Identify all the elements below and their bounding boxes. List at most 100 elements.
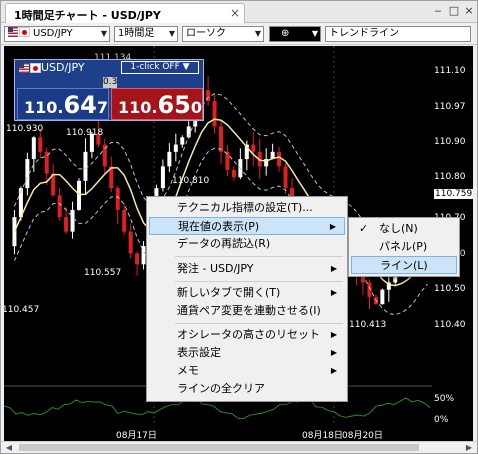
line-tool-select[interactable]: トレンドライン xyxy=(325,26,471,42)
line-tool-value: トレンドライン xyxy=(329,28,399,39)
submenu-item-panel[interactable]: パネル(P) xyxy=(351,238,457,256)
menu-separator xyxy=(175,281,343,282)
candle-body xyxy=(38,137,43,152)
candle-body xyxy=(251,144,256,152)
submenu-arrow-icon: ▶ xyxy=(330,288,337,297)
candle-body xyxy=(83,151,88,181)
horizontal-scrollbar[interactable]: ◀ ▶ xyxy=(1,441,477,453)
price-tick: 110.97 xyxy=(434,102,466,112)
price-annotation: 110.457 xyxy=(4,305,40,315)
menu-item-memo[interactable]: メモ ▶ xyxy=(149,362,345,380)
tab-close-icon[interactable]: × xyxy=(230,6,240,20)
timeframe-select[interactable]: 1時間足 ▼ xyxy=(114,26,178,42)
candle-body xyxy=(180,137,185,145)
spread-value: 0.3 xyxy=(103,77,118,88)
menu-separator xyxy=(175,256,343,257)
menu-item-link-pair-change[interactable]: 通貨ペア変更を連動させる(I) xyxy=(149,302,345,320)
scroll-thumb[interactable] xyxy=(19,444,419,451)
price-tick: 110.90 xyxy=(434,137,466,147)
candle-body xyxy=(231,169,236,178)
menu-item-display-settings[interactable]: 表示設定 ▶ xyxy=(149,344,345,362)
minimize-icon[interactable]: ‒ xyxy=(431,4,445,18)
candle-body xyxy=(122,209,127,232)
candle-body xyxy=(160,166,165,189)
rate-panel-header: USD/JPY 1-click OFF ▼ xyxy=(15,60,203,76)
candle-body xyxy=(167,151,172,167)
x-axis-label: 08月18日 xyxy=(302,431,343,441)
x-axis-label: 08月20日 xyxy=(342,431,383,441)
candle-body xyxy=(283,166,288,189)
scroll-left-icon[interactable]: ◀ xyxy=(3,442,15,453)
tab-bar: 1時間足チャート - USD/JPY × ‒ □ × xyxy=(1,1,477,23)
submenu-item-line[interactable]: ライン(L) xyxy=(351,256,457,274)
price-annotation: 110.810 xyxy=(172,176,210,186)
buy-button[interactable]: 110.650 xyxy=(111,88,203,120)
x-axis-label: 08月17日 xyxy=(116,431,157,441)
chart-toolbar: USD/JPY ▼ 1時間足 ▼ ローソク ▼ ⊕ ▼ トレンドライン xyxy=(1,23,477,45)
price-tick: 110.80 xyxy=(434,172,466,182)
candle-body xyxy=(57,195,62,218)
checkmark-icon: ✓ xyxy=(359,222,369,235)
chevron-down-icon: ▼ xyxy=(254,29,261,38)
tab-title: 1時間足チャート - USD/JPY xyxy=(14,9,161,22)
chevron-down-icon: ▼ xyxy=(311,29,318,38)
maximize-icon[interactable]: □ xyxy=(447,4,461,18)
candle-body xyxy=(128,231,133,254)
submenu-arrow-icon: ▶ xyxy=(330,264,337,273)
price-tick: 111.10 xyxy=(434,66,466,76)
candle-body xyxy=(135,253,140,265)
candle-body xyxy=(225,151,230,170)
submenu-arrow-icon: ▶ xyxy=(329,222,336,231)
price-annotation: 110.557 xyxy=(84,268,122,278)
chart-tab[interactable]: 1時間足チャート - USD/JPY × xyxy=(5,3,245,23)
candle-body xyxy=(70,209,75,232)
osc-tick: 50% xyxy=(434,394,455,404)
pair-select[interactable]: USD/JPY ▼ xyxy=(4,26,110,42)
candle-body xyxy=(64,217,69,232)
timeframe-value: 1時間足 xyxy=(118,28,155,39)
price-tick: 110.40 xyxy=(434,320,466,330)
menu-item-technical-settings[interactable]: テクニカル指標の設定(T)... xyxy=(149,199,345,217)
chevron-down-icon: ▼ xyxy=(168,29,175,38)
chart-type-value: ローソク xyxy=(186,28,226,39)
chevron-down-icon: ▼ xyxy=(100,29,107,38)
chart-type-select[interactable]: ローソク ▼ xyxy=(182,26,264,42)
crosshair-icon: ⊕ xyxy=(281,28,290,39)
candle-body xyxy=(212,101,217,127)
menu-item-reload-data[interactable]: データの再読込(R) xyxy=(149,235,345,253)
price-tick: 110.50 xyxy=(434,284,466,294)
rate-panel: USD/JPY 1-click OFF ▼ 0.3 110.647 110.65… xyxy=(14,59,204,121)
osc-tick: 0% xyxy=(434,415,449,425)
scroll-right-icon[interactable]: ▶ xyxy=(463,442,475,453)
rate-pair-label: USD/JPY xyxy=(41,61,85,74)
menu-item-show-current-price[interactable]: 現在値の表示(P) ▶ xyxy=(149,217,345,235)
menu-item-open-new-tab[interactable]: 新しいタブで開く(T) ▶ xyxy=(149,284,345,302)
candle-body xyxy=(173,144,178,152)
usd-jpy-flag-icon xyxy=(8,27,30,37)
submenu-arrow-icon: ▶ xyxy=(330,366,337,375)
price-annotation: 110.930 xyxy=(6,124,44,134)
candle-body xyxy=(115,188,120,210)
candle-body xyxy=(380,289,385,305)
menu-item-clear-all-lines[interactable]: ラインの全クリア xyxy=(149,380,345,398)
bid-rate: 110.647 xyxy=(24,91,109,119)
usd-jpy-flag-icon xyxy=(19,63,41,73)
one-click-toggle[interactable]: 1-click OFF ▼ xyxy=(121,61,199,74)
pair-select-value: USD/JPY xyxy=(33,28,73,39)
ask-rate: 110.650 xyxy=(118,91,203,119)
submenu-arrow-icon: ▶ xyxy=(330,348,337,357)
window-close-icon[interactable]: × xyxy=(462,4,476,18)
sell-button[interactable]: 110.647 xyxy=(17,88,109,120)
menu-item-reset-oscillator-height[interactable]: オシレータの高さのリセット ▶ xyxy=(149,326,345,344)
submenu-arrow-icon: ▶ xyxy=(330,330,337,339)
chart-window: 1時間足チャート - USD/JPY × ‒ □ × USD/JPY ▼ 1時間… xyxy=(0,0,478,454)
current-price-marker: 110.759 xyxy=(434,189,473,199)
candle-body xyxy=(277,151,282,167)
menu-item-order[interactable]: 発注 - USD/JPY ▶ xyxy=(149,260,345,278)
draw-tool-select[interactable]: ⊕ ▼ xyxy=(269,26,321,42)
menu-separator xyxy=(175,323,343,324)
submenu-item-none[interactable]: ✓ なし(N) xyxy=(351,220,457,238)
price-annotation: 110.918 xyxy=(66,128,104,138)
candle-body xyxy=(219,126,223,152)
price-annotation: 110.413 xyxy=(349,320,387,330)
